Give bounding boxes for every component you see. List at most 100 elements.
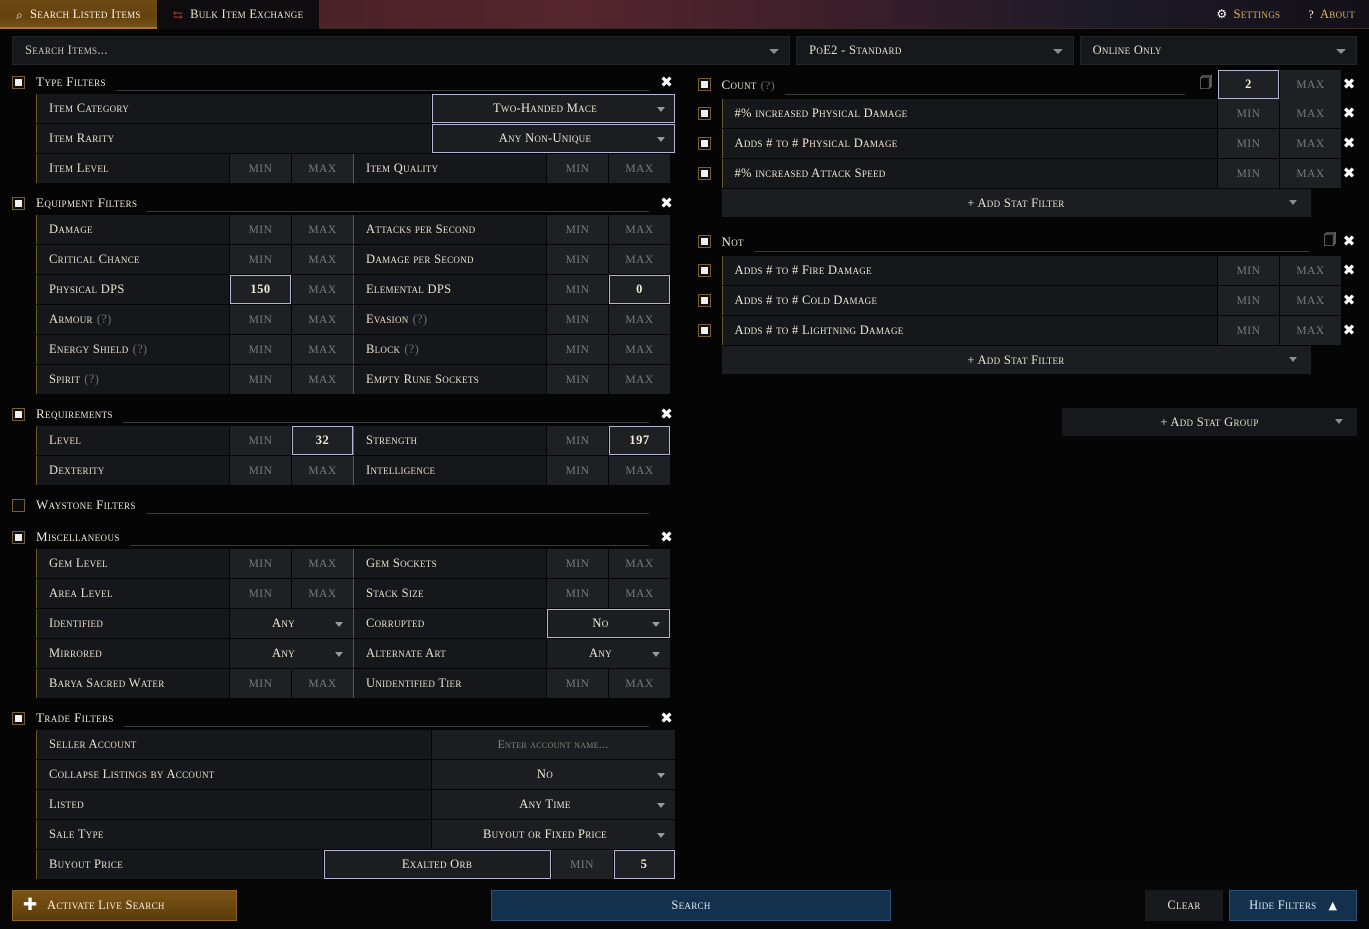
min-input[interactable]: MIN xyxy=(230,154,291,183)
max-input[interactable]: MAX xyxy=(1280,256,1341,285)
group-max-input[interactable]: MAX xyxy=(1280,70,1341,99)
min-input[interactable]: 150 xyxy=(230,275,291,304)
checkbox-stat[interactable] xyxy=(698,264,711,277)
max-input[interactable]: MAX xyxy=(292,456,353,485)
settings-button[interactable]: ⚙ Settings xyxy=(1202,0,1294,28)
min-input[interactable]: MIN xyxy=(547,365,608,394)
checkbox-trade-filters[interactable] xyxy=(12,712,25,725)
max-input[interactable]: MAX xyxy=(292,245,353,274)
max-input[interactable]: MAX xyxy=(609,245,670,274)
min-input[interactable]: MIN xyxy=(547,245,608,274)
online-status-select[interactable]: Online Only xyxy=(1080,36,1357,65)
min-input[interactable]: MIN xyxy=(230,215,291,244)
help-hint-icon[interactable]: (?) xyxy=(761,78,775,92)
max-input[interactable]: MAX xyxy=(1280,316,1341,345)
min-input[interactable]: MIN xyxy=(1218,286,1279,315)
edit-icon[interactable]: 🗍 xyxy=(1195,74,1217,96)
min-input[interactable]: MIN xyxy=(547,215,608,244)
min-input[interactable]: MIN xyxy=(1218,159,1279,188)
max-input[interactable]: MAX xyxy=(609,154,670,183)
help-hint-icon[interactable]: (?) xyxy=(97,312,112,327)
min-input[interactable]: MIN xyxy=(547,669,608,698)
search-button[interactable]: Search xyxy=(491,890,891,921)
activate-live-search-button[interactable]: ✚ Activate Live Search xyxy=(12,890,237,921)
max-input[interactable]: MAX xyxy=(1280,159,1341,188)
min-input[interactable]: MIN xyxy=(547,335,608,364)
min-input[interactable]: MIN xyxy=(547,275,608,304)
close-icon[interactable]: ✖ xyxy=(659,196,675,211)
min-input[interactable]: MIN xyxy=(230,305,291,334)
max-input[interactable]: MAX xyxy=(609,579,670,608)
min-input[interactable]: MIN xyxy=(230,335,291,364)
clear-button[interactable]: Clear xyxy=(1145,890,1223,921)
dropdown-corrupted[interactable]: No xyxy=(547,609,670,638)
min-input[interactable]: MIN xyxy=(230,579,291,608)
checkbox-stat[interactable] xyxy=(698,324,711,337)
checkbox-stat[interactable] xyxy=(698,107,711,120)
close-icon[interactable]: ✖ xyxy=(659,407,675,422)
close-icon[interactable]: ✖ xyxy=(1341,77,1357,92)
checkbox-stat[interactable] xyxy=(698,137,711,150)
max-input[interactable]: 5 xyxy=(614,850,675,879)
help-hint-icon[interactable]: (?) xyxy=(133,342,148,357)
min-input[interactable]: MIN xyxy=(547,305,608,334)
league-select[interactable]: PoE2 - Standard xyxy=(796,36,1073,65)
max-input[interactable]: MAX xyxy=(292,335,353,364)
max-input[interactable]: 197 xyxy=(609,426,670,455)
checkbox-not-group[interactable] xyxy=(698,235,711,248)
checkbox-miscellaneous[interactable] xyxy=(12,531,25,544)
min-input[interactable]: MIN xyxy=(547,549,608,578)
min-input[interactable]: MIN xyxy=(230,245,291,274)
min-input[interactable]: MIN xyxy=(230,365,291,394)
min-input[interactable]: MIN xyxy=(1218,99,1279,128)
dropdown-alternate-art[interactable]: Any xyxy=(547,639,670,668)
checkbox-requirements[interactable] xyxy=(12,408,25,421)
max-input[interactable]: MAX xyxy=(1280,286,1341,315)
group-min-input[interactable]: 2 xyxy=(1218,70,1279,99)
min-input[interactable]: MIN xyxy=(547,154,608,183)
dropdown-item-category[interactable]: Two-Handed Mace xyxy=(432,94,675,123)
max-input[interactable]: MAX xyxy=(292,215,353,244)
max-input[interactable]: MAX xyxy=(292,365,353,394)
close-icon[interactable]: ✖ xyxy=(1341,293,1357,308)
max-input[interactable]: MAX xyxy=(292,305,353,334)
help-hint-icon[interactable]: (?) xyxy=(84,372,99,387)
min-input[interactable]: MIN xyxy=(230,549,291,578)
max-input[interactable]: MAX xyxy=(1280,99,1341,128)
min-input[interactable]: MIN xyxy=(230,426,291,455)
dropdown-item-rarity[interactable]: Any Non-Unique xyxy=(432,124,675,153)
dropdown-sale-type[interactable]: Buyout or Fixed Price xyxy=(432,820,675,849)
dropdown-mirrored[interactable]: Any xyxy=(230,639,353,668)
close-icon[interactable]: ✖ xyxy=(1341,136,1357,151)
min-input[interactable]: MIN xyxy=(547,579,608,608)
max-input[interactable]: MAX xyxy=(292,549,353,578)
close-icon[interactable]: ✖ xyxy=(1341,323,1357,338)
edit-icon[interactable]: 🗍 xyxy=(1319,231,1341,253)
min-input[interactable]: MIN xyxy=(547,456,608,485)
close-icon[interactable]: ✖ xyxy=(1341,106,1357,121)
checkbox-waystone-filters[interactable] xyxy=(12,499,25,512)
seller-account-input[interactable]: Enter account name... xyxy=(432,730,675,759)
checkbox-stat[interactable] xyxy=(698,167,711,180)
max-input[interactable]: MAX xyxy=(609,549,670,578)
add-stat-group-button[interactable]: + Add Stat Group xyxy=(1062,408,1357,436)
tab-bulk-item-exchange[interactable]: ⇆ Bulk Item Exchange xyxy=(157,0,320,29)
min-input[interactable]: MIN xyxy=(230,669,291,698)
tab-search-listed-items[interactable]: ⌕ Search Listed Items xyxy=(0,0,157,29)
max-input[interactable]: MAX xyxy=(609,335,670,364)
checkbox-type-filters[interactable] xyxy=(12,76,25,89)
min-input[interactable]: MIN xyxy=(547,426,608,455)
min-input[interactable]: MIN xyxy=(1218,256,1279,285)
checkbox-count-group[interactable] xyxy=(698,78,711,91)
min-input[interactable]: MIN xyxy=(1218,129,1279,158)
max-input[interactable]: MAX xyxy=(609,669,670,698)
search-input[interactable]: Search Items... xyxy=(12,36,790,65)
max-input[interactable]: 0 xyxy=(609,275,670,304)
max-input[interactable]: 32 xyxy=(292,426,353,455)
close-icon[interactable]: ✖ xyxy=(1341,166,1357,181)
hide-filters-button[interactable]: Hide Filters ▲ xyxy=(1229,890,1357,921)
min-input[interactable]: MIN xyxy=(1218,316,1279,345)
help-hint-icon[interactable]: (?) xyxy=(413,312,428,327)
add-stat-filter-button[interactable]: + Add Stat Filter xyxy=(722,346,1311,374)
min-input[interactable]: MIN xyxy=(552,850,613,879)
